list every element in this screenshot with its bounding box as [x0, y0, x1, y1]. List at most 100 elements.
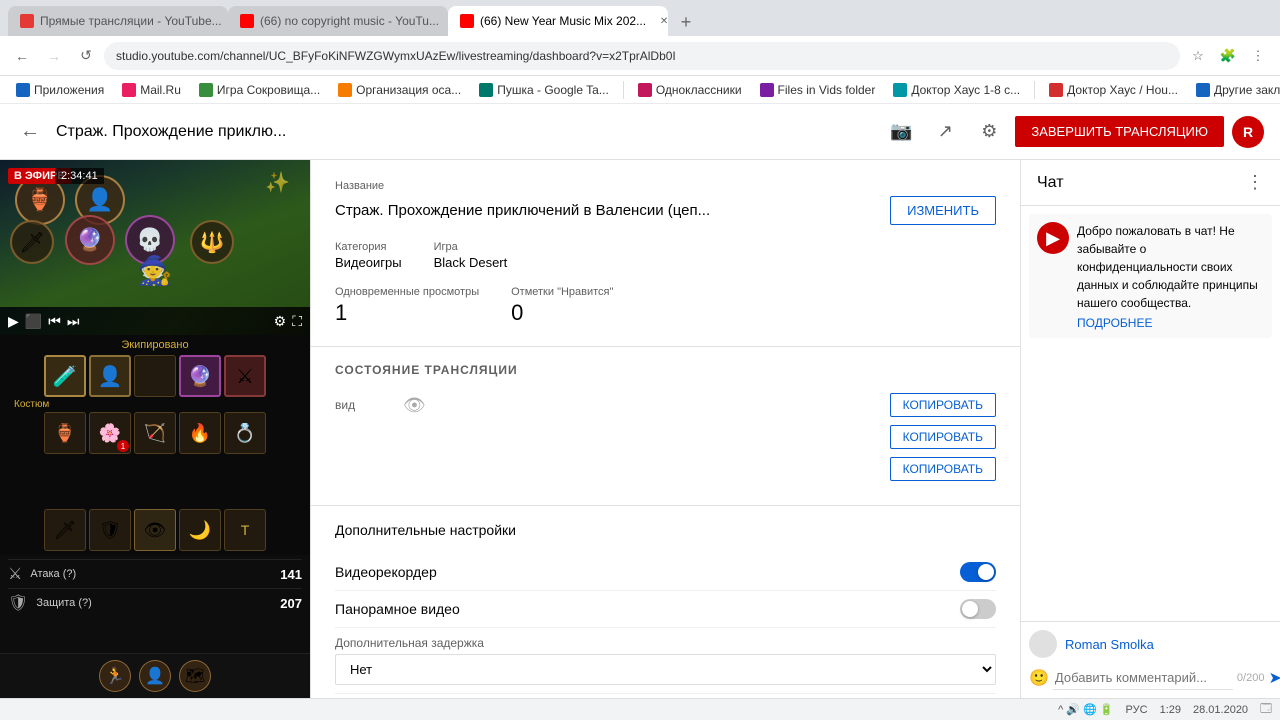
bookmark-other[interactable]: Другие закладки — [1188, 81, 1280, 99]
content-area: Название Страж. Прохождение приключений … — [310, 160, 1020, 698]
bookmark-org-icon — [338, 83, 352, 97]
bookmark-sep-1 — [623, 81, 624, 99]
menu-button[interactable]: ⋮ — [1244, 42, 1272, 70]
bookmark-ok[interactable]: Одноклассники — [630, 81, 750, 99]
copy-field-2: КОПИРОВАТЬ — [335, 425, 996, 449]
bottom-slot-2[interactable]: 🛡 — [89, 509, 131, 551]
studio-back-button[interactable]: ← — [16, 116, 44, 147]
copy-button-2[interactable]: КОПИРОВАТЬ — [890, 425, 996, 449]
user-avatar[interactable]: R — [1232, 116, 1264, 148]
bottom-slot-5[interactable]: T — [224, 509, 266, 551]
action-btn-3[interactable]: 🗺 — [179, 660, 211, 692]
bookmark-house2[interactable]: Доктор Хаус / Ноu... — [1041, 81, 1186, 99]
tab-3[interactable]: (66) New Year Music Mix 202... ✕ — [448, 6, 668, 36]
visibility-icon-1[interactable]: 👁 — [403, 395, 426, 416]
hud-item-4[interactable]: 🔮 — [65, 215, 115, 265]
bookmark-game[interactable]: Игра Сокровища... — [191, 81, 328, 99]
copy-field-1: вид 👁 КОПИРОВАТЬ — [335, 393, 996, 417]
hud-item-3[interactable]: 🗡 — [10, 220, 54, 264]
bookmark-mail[interactable]: Mail.Ru — [114, 81, 189, 99]
bookmark-button[interactable]: ☆ — [1184, 42, 1212, 70]
bookmark-apps[interactable]: Приложения — [8, 81, 112, 99]
copy-button-3[interactable]: КОПИРОВАТЬ — [890, 457, 996, 481]
scroll-area: Название Страж. Прохождение приключений … — [311, 160, 1020, 698]
chat-panel: Чат ⋮ ▶ Добро пожаловать в чат! Не забыв… — [1020, 160, 1280, 698]
forward-button[interactable]: → — [40, 42, 68, 70]
chat-input[interactable] — [1053, 666, 1233, 690]
inv-slot-5[interactable]: ⚔ — [224, 355, 266, 397]
tab-2-label: (66) no copyright music - YouTu... — [260, 14, 439, 28]
main-area: 🏺 👤 🗡 🔮 💀 🔱 🧙 ✨ В ЭФИРЕ 2:34 — [0, 160, 1280, 698]
prev-button[interactable]: ⏮ — [48, 313, 61, 330]
chat-system-message: ▶ Добро пожаловать в чат! Не забывайте о… — [1029, 214, 1272, 338]
edit-stream-button[interactable]: ИЗМЕНИТЬ — [890, 196, 996, 225]
game-value: Black Desert — [434, 255, 508, 270]
costume-slot-4[interactable]: 🔥 — [179, 412, 221, 454]
chat-input-area: Roman Smolka 🙂 0/200 ➤ — [1021, 621, 1280, 698]
tab-1-label: Прямые трансляции - YouTube... — [40, 14, 222, 28]
refresh-button[interactable]: ↺ — [72, 42, 100, 70]
inv-slot-1[interactable]: 🧪 — [44, 355, 86, 397]
extensions-button[interactable]: 🧩 — [1214, 42, 1242, 70]
play-pause-button[interactable]: ▶ — [8, 313, 19, 330]
tab-1[interactable]: Прямые трансляции - YouTube... ✕ — [8, 6, 228, 36]
status-bar: ^ 🔊 🌐 🔋 РУС 1:29 28.01.2020 🗔 — [0, 698, 1280, 720]
panoramic-video-toggle-thumb — [962, 601, 978, 617]
bookmark-pushka-label: Пушка - Google Ta... — [497, 83, 609, 97]
inv-slot-4[interactable]: 🔮 — [179, 355, 221, 397]
stream-status-section: СОСТОЯНИЕ ТРАНСЛЯЦИИ вид 👁 КОПИРОВАТЬ — [311, 347, 1020, 506]
costume-grid: 🏺 🌸1 🏹 🔥 💍 — [0, 412, 310, 454]
bottom-slot-1[interactable]: 🗡 — [44, 509, 86, 551]
bookmark-house1[interactable]: Доктор Хаус 1-8 с... — [885, 81, 1028, 99]
settings-icon-button[interactable]: ⚙ — [971, 114, 1007, 150]
chat-user-avatar — [1029, 630, 1057, 658]
chat-menu-button[interactable]: ⋮ — [1246, 172, 1264, 193]
defense-label: Защита (?) — [36, 597, 92, 609]
video-recorder-toggle-thumb — [978, 564, 994, 580]
chat-system-avatar: ▶ — [1037, 222, 1069, 254]
video-recorder-toggle[interactable] — [960, 562, 996, 582]
action-buttons-row: 🏃 👤 🗺 — [0, 653, 310, 698]
hud-item-6[interactable]: 🔱 — [190, 220, 234, 264]
tab-3-close[interactable]: ✕ — [656, 13, 668, 29]
game-item: Игра Black Desert — [434, 241, 508, 270]
inv-slot-3[interactable] — [134, 355, 176, 397]
bookmark-files[interactable]: Files in Vids folder — [752, 81, 884, 99]
tab-2[interactable]: (66) no copyright music - YouTu... ✕ — [228, 6, 448, 36]
chat-system-link[interactable]: ПОДРОБНЕЕ — [1077, 316, 1264, 330]
costume-slot-2[interactable]: 🌸1 — [89, 412, 131, 454]
emoji-button[interactable]: 🙂 — [1029, 668, 1049, 688]
back-button[interactable]: ← — [8, 42, 36, 70]
chat-title: Чат — [1037, 174, 1064, 192]
next-button[interactable]: ⏭ — [67, 313, 80, 330]
new-tab-button[interactable]: + — [672, 8, 700, 36]
defense-stat-row: 🛡 Защита (?) 207 — [8, 588, 302, 617]
bookmark-files-icon — [760, 83, 774, 97]
chat-send-button[interactable]: ➤ — [1268, 668, 1280, 688]
stop-button[interactable]: ⬛ — [25, 313, 42, 330]
costume-slot-3[interactable]: 🏹 — [134, 412, 176, 454]
copy-button-1[interactable]: КОПИРОВАТЬ — [890, 393, 996, 417]
costume-slot-5[interactable]: 💍 — [224, 412, 266, 454]
url-bar[interactable]: studio.youtube.com/channel/UC_BFyFoKiNFW… — [104, 42, 1180, 70]
bookmark-org[interactable]: Организация oca... — [330, 81, 469, 99]
video-settings-button[interactable]: ⚙ — [274, 313, 287, 330]
panoramic-video-toggle[interactable] — [960, 599, 996, 619]
bottom-slot-3[interactable]: 👁 — [134, 509, 176, 551]
bookmark-org-label: Организация oca... — [356, 83, 461, 97]
delay-select[interactable]: Нет — [335, 654, 996, 685]
camera-icon-button[interactable]: 📷 — [883, 114, 919, 150]
action-btn-1[interactable]: 🏃 — [99, 660, 131, 692]
bookmark-pushka[interactable]: Пушка - Google Ta... — [471, 81, 617, 99]
share-icon-button[interactable]: ↗ — [927, 114, 963, 150]
likes-value: 0 — [511, 300, 613, 326]
header-actions: 📷 ↗ ⚙ ЗАВЕРШИТЬ ТРАНСЛЯЦИЮ R — [883, 114, 1264, 150]
fullscreen-button[interactable]: ⛶ — [292, 313, 302, 330]
bookmark-house1-label: Доктор Хаус 1-8 с... — [911, 83, 1020, 97]
inv-slot-2[interactable]: 👤 — [89, 355, 131, 397]
costume-slot-1[interactable]: 🏺 — [44, 412, 86, 454]
browser-frame: Прямые трансляции - YouTube... ✕ (66) no… — [0, 0, 1280, 720]
action-btn-2[interactable]: 👤 — [139, 660, 171, 692]
end-stream-button[interactable]: ЗАВЕРШИТЬ ТРАНСЛЯЦИЮ — [1015, 116, 1224, 147]
bottom-slot-4[interactable]: 🌙 — [179, 509, 221, 551]
